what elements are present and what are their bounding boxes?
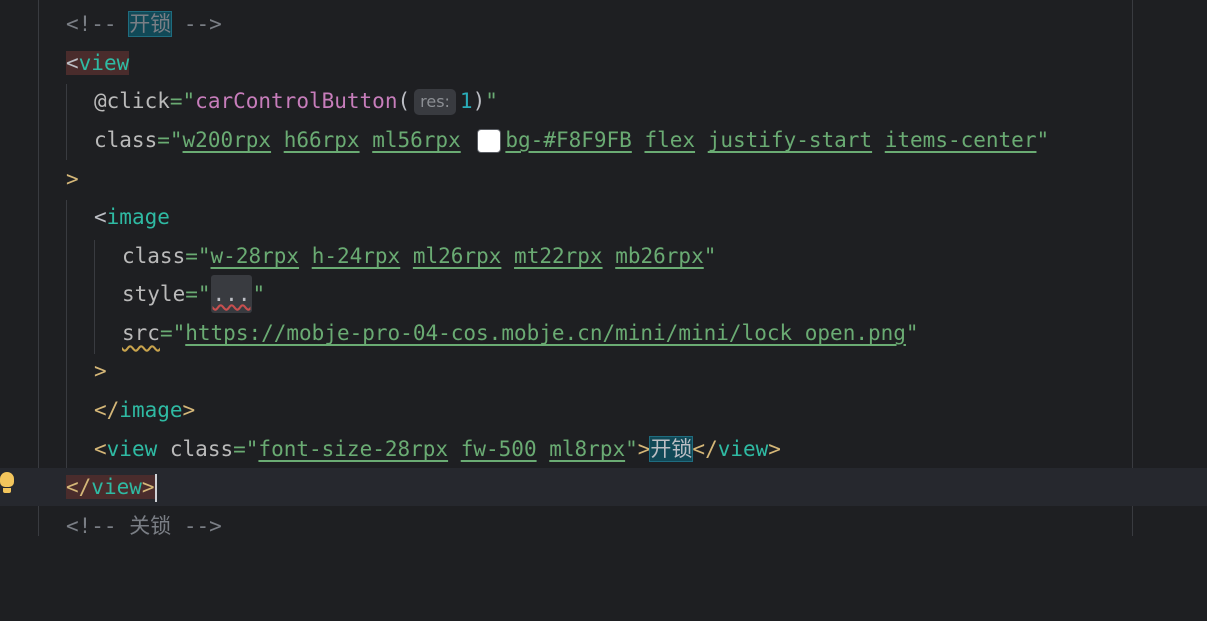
tag-bracket: </: [66, 475, 92, 499]
tag-name: view: [106, 437, 158, 461]
quote: ": [252, 282, 266, 306]
attribute-name: class: [122, 244, 186, 268]
function-name: carControlButton: [195, 89, 398, 113]
tag-bracket: >: [94, 359, 107, 383]
url-link[interactable]: https://mobje-pro-04-cos.mobje.cn/mini/m…: [185, 321, 906, 345]
paren: ): [472, 89, 486, 113]
highlighted-word: 开锁: [128, 11, 173, 37]
comment-word: 关锁: [129, 514, 172, 538]
comment-open: <!--: [66, 514, 130, 538]
tag-name: image: [119, 398, 183, 422]
code-line[interactable]: <view: [0, 44, 1207, 82]
class-token[interactable]: mt22rpx: [514, 244, 603, 268]
class-token[interactable]: ml26rpx: [413, 244, 502, 268]
code-line[interactable]: style="...": [0, 275, 1207, 313]
code-line[interactable]: class="w200rpx h66rpx ml56rpx bg-#F8F9FB…: [0, 121, 1207, 159]
code-line[interactable]: >: [0, 160, 1207, 198]
text-caret: [154, 474, 157, 502]
color-swatch-icon[interactable]: [477, 129, 502, 153]
tag-bracket: </: [692, 437, 718, 461]
tag-bracket: <: [94, 205, 107, 229]
quote: ": [197, 282, 211, 306]
class-token[interactable]: font-size-28rpx: [258, 437, 448, 461]
quote: ": [485, 89, 498, 113]
quote: ": [703, 244, 717, 268]
equals-sign: =: [185, 244, 198, 268]
tag-bracket: </: [94, 398, 120, 422]
tag-bracket: >: [182, 398, 196, 422]
tag-name: view: [717, 437, 769, 461]
code-editor[interactable]: <!-- 开锁 --> <view @click="carControlButt…: [0, 0, 1207, 538]
tag-bracket: >: [66, 167, 79, 191]
lightbulb-base: [3, 488, 11, 493]
code-line[interactable]: @click="carControlButton(res: 1)": [0, 82, 1207, 120]
class-token[interactable]: flex: [644, 128, 695, 152]
class-token[interactable]: fw-500: [461, 437, 537, 461]
equals-sign: =: [233, 437, 246, 461]
quote: ": [245, 437, 259, 461]
class-token[interactable]: h66rpx: [284, 128, 360, 152]
attribute-name: src: [122, 321, 160, 345]
code-line[interactable]: <!-- 关锁 -->: [0, 507, 1207, 545]
class-token[interactable]: mb26rpx: [615, 244, 704, 268]
quote: ": [197, 244, 211, 268]
tag-bracket: >: [637, 437, 651, 461]
class-token[interactable]: justify-start: [708, 128, 872, 152]
tag-bracket: >: [768, 437, 781, 461]
tag-bracket: <: [66, 51, 79, 75]
tag-name: view: [78, 51, 130, 75]
quote: ": [625, 437, 638, 461]
comment-close: -->: [171, 12, 222, 36]
class-token[interactable]: ml8rpx: [549, 437, 625, 461]
code-line[interactable]: <!-- 开锁 -->: [0, 5, 1207, 43]
equals-sign: =: [169, 89, 183, 113]
parameter-hint: res:: [414, 89, 456, 115]
paren: (: [397, 89, 411, 113]
lightbulb-icon[interactable]: [0, 472, 14, 494]
code-line[interactable]: class="w-28rpx h-24rpx ml26rpx mt22rpx m…: [0, 237, 1207, 275]
class-token[interactable]: bg-#F8F9FB: [505, 128, 631, 152]
attribute-name: @click: [94, 89, 170, 113]
tag-bracket: >: [141, 475, 155, 499]
code-line[interactable]: src="https://mobje-pro-04-cos.mobje.cn/m…: [0, 314, 1207, 352]
quote: ": [905, 321, 919, 345]
class-token[interactable]: ml56rpx: [372, 128, 461, 152]
comment-close: -->: [171, 514, 222, 538]
class-token[interactable]: w200rpx: [183, 128, 272, 152]
current-code-line[interactable]: </view>: [0, 468, 1207, 506]
class-token[interactable]: w-28rpx: [211, 244, 300, 268]
class-token[interactable]: items-center: [885, 128, 1037, 152]
attribute-name: class: [169, 437, 234, 461]
lightbulb-glass: [0, 472, 14, 487]
quote: ": [169, 128, 183, 152]
equals-sign: =: [157, 128, 170, 152]
equals-sign: =: [159, 321, 173, 345]
folded-region[interactable]: ...: [210, 275, 253, 313]
code-line[interactable]: <view class="font-size-28rpx fw-500 ml8r…: [0, 430, 1207, 468]
equals-sign: =: [185, 282, 198, 306]
quote: ": [182, 89, 196, 113]
attribute-name: class: [94, 128, 158, 152]
tag-name: view: [91, 475, 142, 499]
comment-open: <!--: [66, 12, 130, 36]
class-token[interactable]: h-24rpx: [312, 244, 401, 268]
tag-name: image: [106, 205, 170, 229]
code-line[interactable]: >: [0, 352, 1207, 390]
code-line[interactable]: </image>: [0, 391, 1207, 429]
quote: ": [172, 321, 186, 345]
number-literal: 1: [459, 89, 473, 113]
quote: ": [1036, 128, 1050, 152]
tag-bracket: <: [94, 437, 107, 461]
attribute-name: style: [122, 282, 186, 306]
code-line[interactable]: <image: [0, 198, 1207, 236]
highlighted-word: 开锁: [649, 436, 694, 462]
